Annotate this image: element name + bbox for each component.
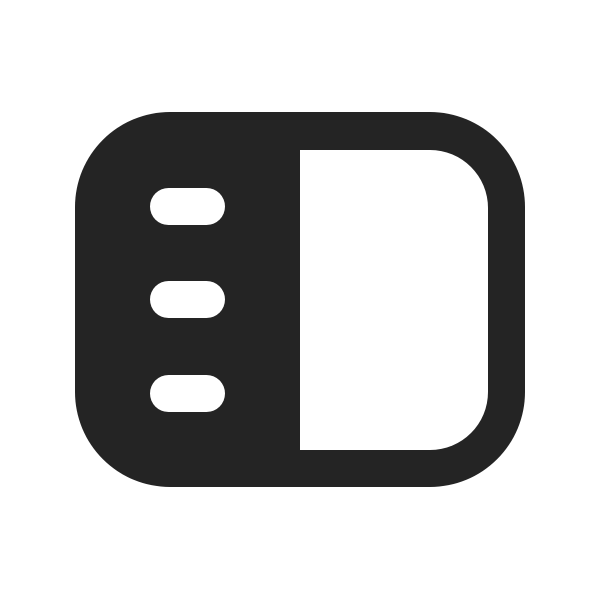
sidebar-line-3 — [150, 375, 225, 412]
sidebar-line-1 — [150, 188, 225, 225]
content-pane — [300, 150, 488, 450]
sidebar-panel-icon — [75, 112, 525, 487]
sidebar-line-2 — [150, 281, 225, 318]
icon-canvas — [0, 0, 600, 600]
